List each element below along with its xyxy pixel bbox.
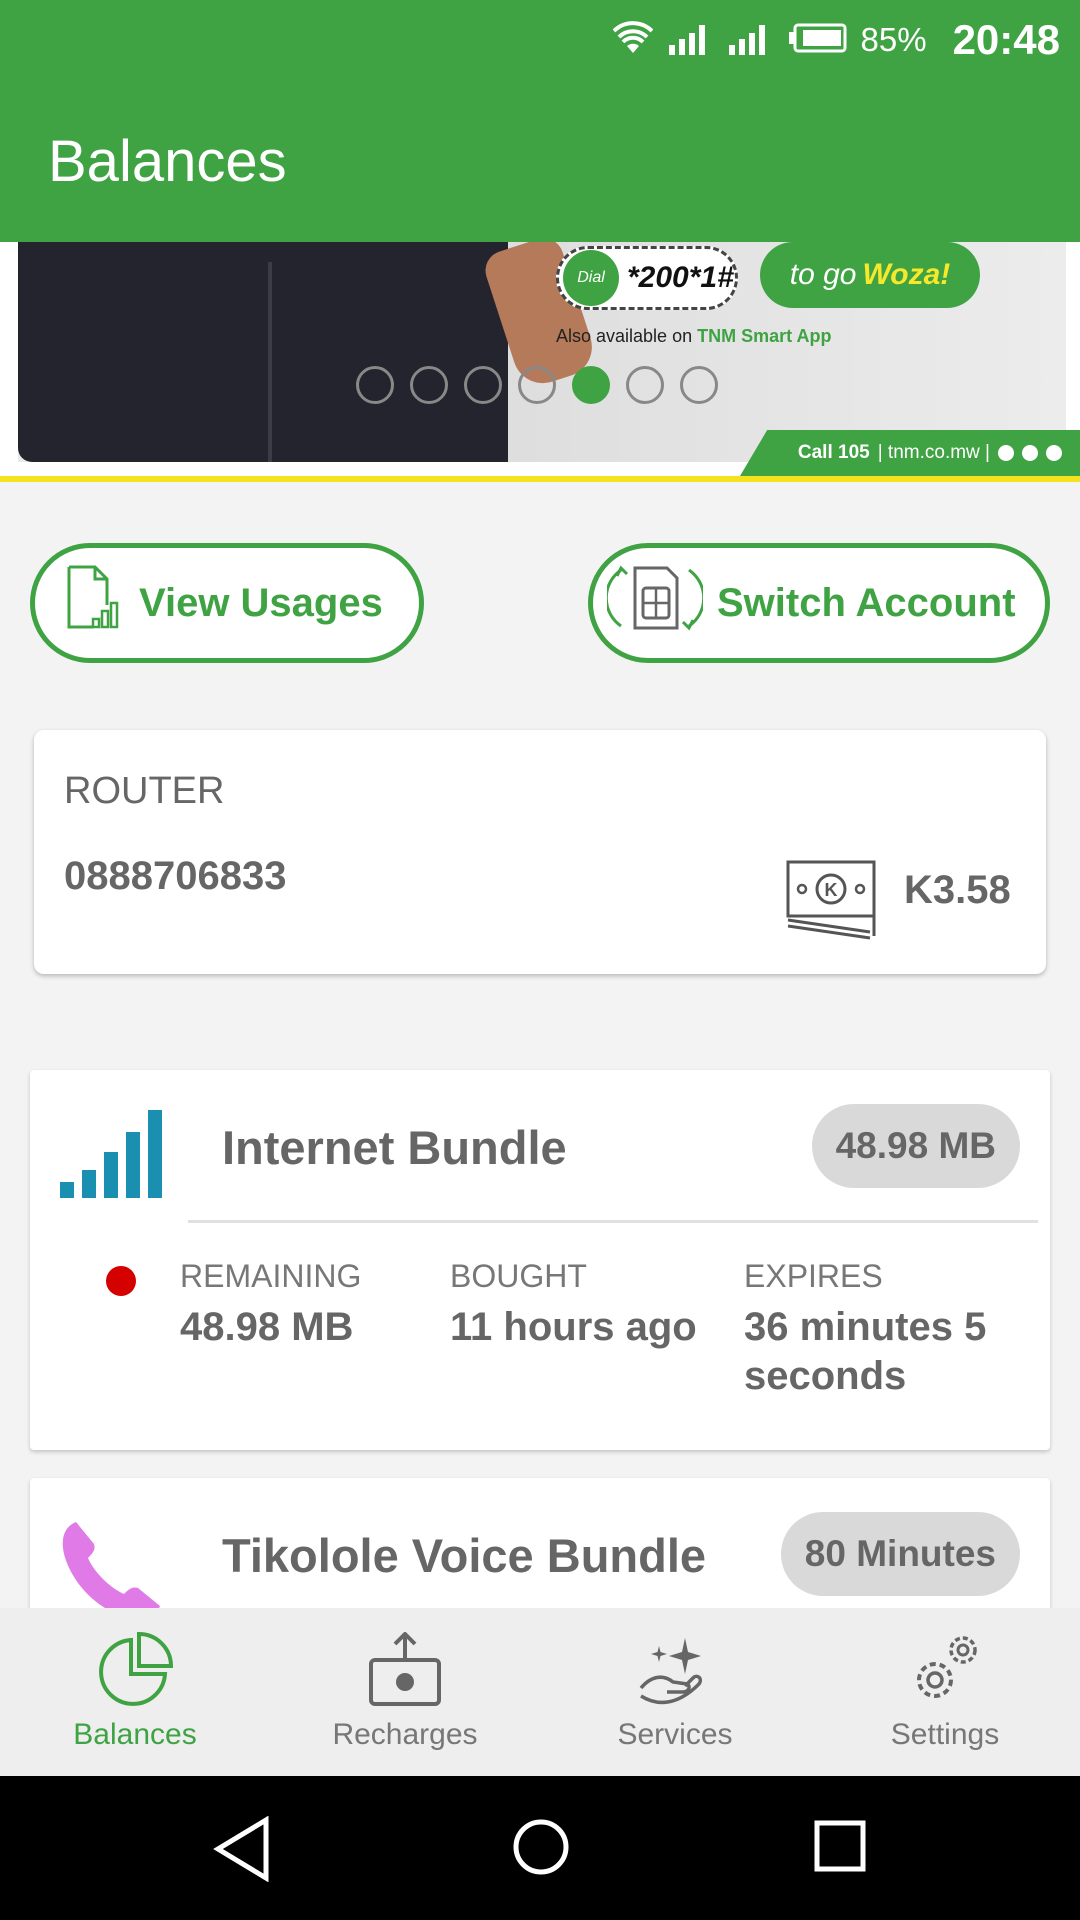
money-icon: K [784, 856, 880, 945]
page-title: Balances [48, 129, 287, 194]
settings-icon [907, 1630, 983, 1710]
woza-pill: to go Woza! [760, 242, 980, 308]
clock: 20:48 [952, 16, 1060, 63]
facebook-icon [998, 445, 1014, 461]
nav-label: Services [617, 1718, 733, 1751]
expires-label: EXPIRES [744, 1258, 883, 1294]
also-app: TNM Smart App [697, 326, 832, 346]
bundle-name: Tikolole Voice Bundle [222, 1529, 707, 1582]
call-label: Call 105 [797, 442, 870, 463]
signal-icon [667, 21, 713, 60]
bottom-navigation: Balances Recharges Services Settings [0, 1608, 1080, 1776]
dial-badge: Dial [563, 250, 619, 306]
nav-label: Settings [890, 1718, 1000, 1751]
back-icon[interactable] [212, 1815, 272, 1887]
ussd-pill: Dial *200*1# [556, 246, 738, 310]
switch-account-button[interactable]: Switch Account [588, 543, 1050, 663]
also-prefix: Also available on [556, 326, 693, 346]
recents-icon[interactable] [814, 1820, 866, 1877]
bundle-size-badge: 80 Minutes [780, 1512, 1020, 1596]
services-icon [637, 1630, 713, 1710]
bundle-name: Internet Bundle [222, 1121, 567, 1174]
wifi-icon [612, 20, 653, 60]
instagram-icon [1046, 445, 1062, 461]
expires-column: EXPIRES 36 minutes 5 seconds [744, 1258, 1034, 1401]
battery-icon [787, 23, 847, 58]
view-usages-label: View Usages [139, 580, 383, 625]
woza-prefix: to go [789, 258, 857, 291]
carousel-dot[interactable] [626, 366, 664, 404]
banner-accent-line [0, 476, 1080, 482]
home-icon[interactable] [512, 1818, 570, 1881]
nav-services[interactable]: Services [540, 1608, 810, 1776]
divider [188, 1220, 1038, 1223]
carousel-dot-active[interactable] [572, 366, 610, 404]
expires-value: 36 minutes 5 seconds [744, 1305, 987, 1398]
remaining-label: REMAINING [180, 1258, 362, 1294]
banner-footer: Call 105 | tnm.co.mw | [740, 430, 1080, 476]
promo-banner[interactable]: Dial *200*1# to go Woza! Also available … [0, 242, 1080, 482]
signal-bars-icon [58, 1106, 168, 1207]
carousel-dot[interactable] [518, 366, 556, 404]
system-navigation-bar [0, 1776, 1080, 1920]
nav-label: Balances [73, 1718, 197, 1751]
account-name: ROUTER [64, 770, 225, 812]
signal-icon [727, 21, 773, 60]
remaining-value: 48.98 MB [180, 1305, 354, 1349]
view-usages-button[interactable]: View Usages [30, 543, 424, 663]
carousel-dot[interactable] [464, 366, 502, 404]
nav-balances[interactable]: Balances [0, 1608, 270, 1776]
carousel-dot[interactable] [410, 366, 448, 404]
status-indicator [106, 1266, 136, 1296]
status-bar: 85% 20:48 [612, 12, 1060, 68]
nav-label: Recharges [332, 1718, 478, 1751]
site-label: | tnm.co.mw | [877, 442, 990, 463]
carousel-dot[interactable] [680, 366, 718, 404]
battery-percent: 85% [860, 21, 927, 58]
internet-bundle-card[interactable]: Internet Bundle 48.98 MB REMAINING 48.98… [30, 1070, 1050, 1450]
usage-document-icon [65, 565, 119, 641]
remaining-column: REMAINING 48.98 MB [180, 1258, 361, 1352]
account-card[interactable]: ROUTER 0888706833 K K3.58 [34, 730, 1046, 974]
ussd-code: *200*1# [627, 261, 734, 294]
switch-account-label: Switch Account [717, 580, 1016, 625]
bought-column: BOUGHT 11 hours ago [450, 1258, 697, 1352]
bundle-size-badge: 48.98 MB [811, 1104, 1020, 1188]
also-available-text: Also available on TNM Smart App [556, 326, 831, 347]
app-bar: 85% 20:48 Balances [0, 0, 1080, 242]
pie-chart-icon [97, 1630, 173, 1710]
svg-text:K: K [825, 880, 838, 900]
recharge-icon [367, 1630, 443, 1710]
woza-highlight: Woza! [862, 258, 951, 291]
bought-value: 11 hours ago [450, 1305, 697, 1349]
carousel-dot[interactable] [356, 366, 394, 404]
nav-recharges[interactable]: Recharges [270, 1608, 540, 1776]
account-balance: K3.58 [904, 868, 1011, 912]
account-number: 0888706833 [64, 854, 287, 898]
banner-person-image [18, 242, 508, 462]
sim-switch-icon [604, 558, 706, 648]
carousel-indicator[interactable] [356, 366, 718, 404]
bought-label: BOUGHT [450, 1258, 587, 1294]
twitter-icon [1022, 445, 1038, 461]
nav-settings[interactable]: Settings [810, 1608, 1080, 1776]
